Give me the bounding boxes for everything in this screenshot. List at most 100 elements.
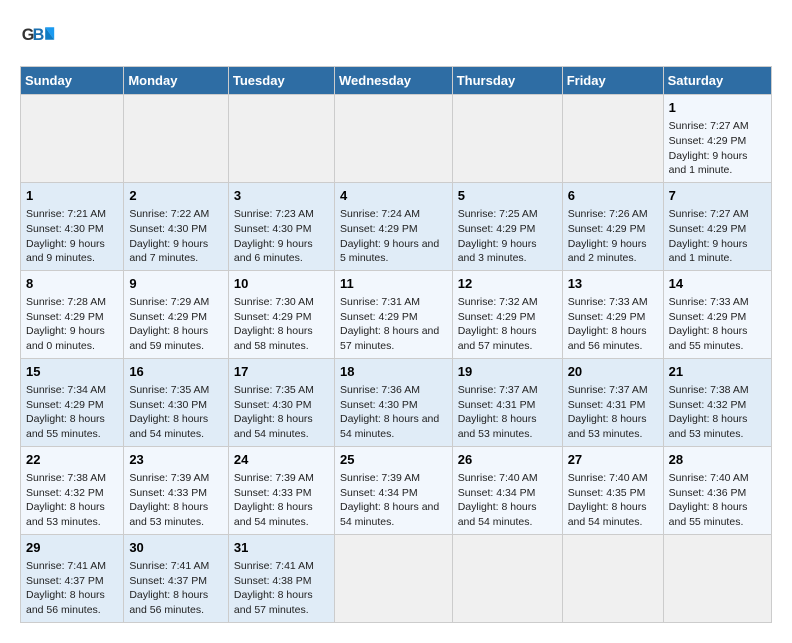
day-header-tuesday: Tuesday xyxy=(228,67,334,95)
cell-content: Sunrise: 7:41 AMSunset: 4:37 PMDaylight:… xyxy=(26,559,118,618)
calendar-cell-5-5 xyxy=(562,534,663,622)
cell-content: Sunrise: 7:36 AMSunset: 4:30 PMDaylight:… xyxy=(340,383,447,442)
cell-content: Sunrise: 7:22 AMSunset: 4:30 PMDaylight:… xyxy=(129,207,223,266)
day-number: 16 xyxy=(129,363,223,381)
cell-content: Sunrise: 7:21 AMSunset: 4:30 PMDaylight:… xyxy=(26,207,118,266)
cell-content: Sunrise: 7:27 AMSunset: 4:29 PMDaylight:… xyxy=(669,207,766,266)
cell-content: Sunrise: 7:40 AMSunset: 4:35 PMDaylight:… xyxy=(568,471,658,530)
calendar-cell-0-0 xyxy=(21,95,124,183)
calendar-cell-4-5: 27 Sunrise: 7:40 AMSunset: 4:35 PMDayligh… xyxy=(562,446,663,534)
calendar-cell-3-0: 15 Sunrise: 7:34 AMSunset: 4:29 PMDayligh… xyxy=(21,358,124,446)
calendar-cell-2-4: 12 Sunrise: 7:32 AMSunset: 4:29 PMDayligh… xyxy=(452,270,562,358)
svg-text:B: B xyxy=(33,26,45,44)
calendar-cell-4-1: 23 Sunrise: 7:39 AMSunset: 4:33 PMDayligh… xyxy=(124,446,229,534)
cell-content: Sunrise: 7:33 AMSunset: 4:29 PMDaylight:… xyxy=(568,295,658,354)
calendar-cell-1-5: 6 Sunrise: 7:26 AMSunset: 4:29 PMDaylight… xyxy=(562,182,663,270)
cell-content: Sunrise: 7:28 AMSunset: 4:29 PMDaylight:… xyxy=(26,295,118,354)
day-number: 27 xyxy=(568,451,658,469)
day-header-saturday: Saturday xyxy=(663,67,771,95)
calendar-cell-4-0: 22Sunrise: 7:38 AMSunset: 4:32 PMDayligh… xyxy=(21,446,124,534)
calendar-cell-1-1: 2 Sunrise: 7:22 AMSunset: 4:30 PMDaylight… xyxy=(124,182,229,270)
calendar-cell-3-2: 17 Sunrise: 7:35 AMSunset: 4:30 PMDayligh… xyxy=(228,358,334,446)
day-number: 8 xyxy=(26,275,118,293)
cell-content: Sunrise: 7:32 AMSunset: 4:29 PMDaylight:… xyxy=(458,295,557,354)
calendar-week-1: 1 Sunrise: 7:21 AMSunset: 4:30 PMDaylight… xyxy=(21,182,772,270)
calendar-cell-0-4 xyxy=(452,95,562,183)
calendar-week-4: 22Sunrise: 7:38 AMSunset: 4:32 PMDayligh… xyxy=(21,446,772,534)
day-number: 28 xyxy=(669,451,766,469)
calendar-cell-2-1: 9Sunrise: 7:29 AMSunset: 4:29 PMDaylight… xyxy=(124,270,229,358)
day-header-sunday: Sunday xyxy=(21,67,124,95)
calendar-cell-4-6: 28 Sunrise: 7:40 AMSunset: 4:36 PMDayligh… xyxy=(663,446,771,534)
calendar-cell-0-6: 1 Sunrise: 7:27 AMSunset: 4:29 PMDaylight… xyxy=(663,95,771,183)
calendar-cell-1-6: 7Sunrise: 7:27 AMSunset: 4:29 PMDaylight… xyxy=(663,182,771,270)
cell-content: Sunrise: 7:35 AMSunset: 4:30 PMDaylight:… xyxy=(129,383,223,442)
day-number: 10 xyxy=(234,275,329,293)
calendar-week-3: 15 Sunrise: 7:34 AMSunset: 4:29 PMDayligh… xyxy=(21,358,772,446)
day-number: 13 xyxy=(568,275,658,293)
day-number: 29 xyxy=(26,539,118,557)
day-number: 3 xyxy=(234,187,329,205)
day-number: 1 xyxy=(26,187,118,205)
calendar-cell-4-2: 24Sunrise: 7:39 AMSunset: 4:33 PMDayligh… xyxy=(228,446,334,534)
calendar-cell-5-0: 29 Sunrise: 7:41 AMSunset: 4:37 PMDayligh… xyxy=(21,534,124,622)
day-number: 18 xyxy=(340,363,447,381)
day-number: 2 xyxy=(129,187,223,205)
calendar-cell-5-4 xyxy=(452,534,562,622)
calendar-week-2: 8 Sunrise: 7:28 AMSunset: 4:29 PMDaylight… xyxy=(21,270,772,358)
calendar-cell-3-3: 18 Sunrise: 7:36 AMSunset: 4:30 PMDayligh… xyxy=(334,358,452,446)
day-number: 6 xyxy=(568,187,658,205)
calendar-cell-2-5: 13 Sunrise: 7:33 AMSunset: 4:29 PMDayligh… xyxy=(562,270,663,358)
calendar-cell-1-4: 5Sunrise: 7:25 AMSunset: 4:29 PMDaylight… xyxy=(452,182,562,270)
cell-content: Sunrise: 7:29 AMSunset: 4:29 PMDaylight:… xyxy=(129,295,223,354)
cell-content: Sunrise: 7:34 AMSunset: 4:29 PMDaylight:… xyxy=(26,383,118,442)
day-number: 15 xyxy=(26,363,118,381)
header: G B xyxy=(20,20,772,56)
cell-content: Sunrise: 7:33 AMSunset: 4:29 PMDaylight:… xyxy=(669,295,766,354)
calendar-cell-5-3 xyxy=(334,534,452,622)
day-number: 12 xyxy=(458,275,557,293)
cell-content: Sunrise: 7:35 AMSunset: 4:30 PMDaylight:… xyxy=(234,383,329,442)
day-header-friday: Friday xyxy=(562,67,663,95)
cell-content: Sunrise: 7:39 AMSunset: 4:33 PMDaylight:… xyxy=(234,471,329,530)
day-number: 11 xyxy=(340,275,447,293)
day-number: 4 xyxy=(340,187,447,205)
calendar-cell-4-4: 26Sunrise: 7:40 AMSunset: 4:34 PMDayligh… xyxy=(452,446,562,534)
calendar-cell-4-3: 25Sunrise: 7:39 AMSunset: 4:34 PMDayligh… xyxy=(334,446,452,534)
cell-content: Sunrise: 7:26 AMSunset: 4:29 PMDaylight:… xyxy=(568,207,658,266)
calendar-cell-0-1 xyxy=(124,95,229,183)
cell-content: Sunrise: 7:38 AMSunset: 4:32 PMDaylight:… xyxy=(669,383,766,442)
cell-content: Sunrise: 7:39 AMSunset: 4:34 PMDaylight:… xyxy=(340,471,447,530)
day-number: 14 xyxy=(669,275,766,293)
day-header-monday: Monday xyxy=(124,67,229,95)
cell-content: Sunrise: 7:23 AMSunset: 4:30 PMDaylight:… xyxy=(234,207,329,266)
calendar-cell-5-6 xyxy=(663,534,771,622)
logo: G B xyxy=(20,20,60,56)
day-number: 30 xyxy=(129,539,223,557)
cell-content: Sunrise: 7:39 AMSunset: 4:33 PMDaylight:… xyxy=(129,471,223,530)
calendar-cell-1-0: 1 Sunrise: 7:21 AMSunset: 4:30 PMDaylight… xyxy=(21,182,124,270)
day-number: 1 xyxy=(669,99,766,117)
calendar-week-0: 1 Sunrise: 7:27 AMSunset: 4:29 PMDaylight… xyxy=(21,95,772,183)
cell-content: Sunrise: 7:37 AMSunset: 4:31 PMDaylight:… xyxy=(458,383,557,442)
calendar-cell-1-2: 3 Sunrise: 7:23 AMSunset: 4:30 PMDaylight… xyxy=(228,182,334,270)
day-number: 23 xyxy=(129,451,223,469)
day-number: 19 xyxy=(458,363,557,381)
calendar-cell-5-2: 31Sunrise: 7:41 AMSunset: 4:38 PMDayligh… xyxy=(228,534,334,622)
calendar-cell-3-6: 21Sunrise: 7:38 AMSunset: 4:32 PMDayligh… xyxy=(663,358,771,446)
calendar-cell-2-6: 14 Sunrise: 7:33 AMSunset: 4:29 PMDayligh… xyxy=(663,270,771,358)
cell-content: Sunrise: 7:41 AMSunset: 4:38 PMDaylight:… xyxy=(234,559,329,618)
cell-content: Sunrise: 7:41 AMSunset: 4:37 PMDaylight:… xyxy=(129,559,223,618)
calendar-week-5: 29 Sunrise: 7:41 AMSunset: 4:37 PMDayligh… xyxy=(21,534,772,622)
calendar-cell-0-3 xyxy=(334,95,452,183)
calendar-cell-5-1: 30 Sunrise: 7:41 AMSunset: 4:37 PMDayligh… xyxy=(124,534,229,622)
day-header-wednesday: Wednesday xyxy=(334,67,452,95)
calendar-cell-1-3: 4Sunrise: 7:24 AMSunset: 4:29 PMDaylight… xyxy=(334,182,452,270)
cell-content: Sunrise: 7:40 AMSunset: 4:36 PMDaylight:… xyxy=(669,471,766,530)
calendar-cell-3-4: 19 Sunrise: 7:37 AMSunset: 4:31 PMDayligh… xyxy=(452,358,562,446)
calendar-cell-3-1: 16 Sunrise: 7:35 AMSunset: 4:30 PMDayligh… xyxy=(124,358,229,446)
day-number: 5 xyxy=(458,187,557,205)
day-number: 17 xyxy=(234,363,329,381)
calendar-cell-2-0: 8 Sunrise: 7:28 AMSunset: 4:29 PMDaylight… xyxy=(21,270,124,358)
cell-content: Sunrise: 7:27 AMSunset: 4:29 PMDaylight:… xyxy=(669,119,766,178)
